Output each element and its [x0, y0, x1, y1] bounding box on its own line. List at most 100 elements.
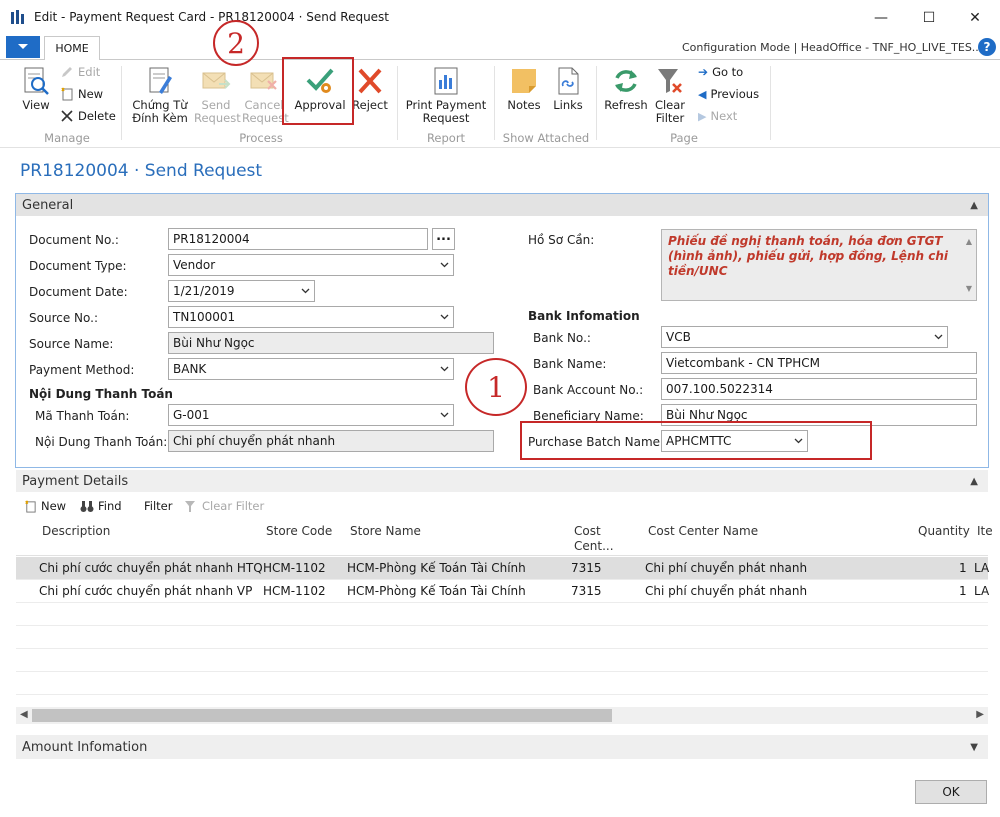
cell-store-name: HCM-Phòng Kế Toán Tài Chính: [347, 584, 526, 598]
app-menu-button[interactable]: [6, 36, 40, 58]
reject-button[interactable]: Reject: [350, 66, 390, 112]
document-no-field[interactable]: PR18120004: [168, 228, 428, 250]
scroll-up-icon[interactable]: ▲: [966, 234, 972, 249]
chung-tu-label-2: Đính Kèm: [132, 111, 188, 125]
reject-x-icon: [358, 68, 382, 94]
ho-so-memo[interactable]: Phiếu đề nghị thanh toán, hóa đơn GTGT (…: [661, 229, 977, 301]
scrollbar-thumb[interactable]: [32, 709, 612, 722]
payment-method-select[interactable]: BANK: [168, 358, 454, 380]
goto-button[interactable]: ➔ Go to: [698, 65, 743, 79]
bank-account-field[interactable]: 007.100.5022314: [661, 378, 977, 400]
group-report: Report: [426, 131, 466, 145]
ribbon-separator: [397, 66, 398, 140]
ok-button[interactable]: OK: [915, 780, 987, 804]
noi-dung-heading: Nội Dung Thanh Toán: [29, 387, 173, 401]
edit-button[interactable]: Edit: [60, 65, 100, 79]
chung-tu-dinh-kem-button[interactable]: Chứng Từ Đính Kèm: [130, 66, 190, 125]
general-fasttab-header[interactable]: General ▲: [16, 194, 988, 216]
notes-label: Notes: [507, 98, 541, 112]
cell-description: Chi phí cước chuyển phát nhanh HTQ: [39, 561, 263, 575]
source-name-label: Source Name:: [29, 337, 114, 351]
group-page: Page: [670, 131, 698, 145]
send-request-button[interactable]: Send Request: [194, 66, 241, 125]
payment-details-toolbar: New Find Filter Clear Filter: [16, 494, 988, 518]
table-row-empty[interactable]: [16, 649, 988, 672]
bank-name-field[interactable]: Vietcombank - CN TPHCM: [661, 352, 977, 374]
bank-account-value: 007.100.5022314: [666, 382, 773, 396]
col-description[interactable]: Description: [42, 524, 110, 539]
new-label: New: [78, 87, 104, 101]
scroll-down-icon[interactable]: ▼: [966, 281, 972, 296]
noi-dung-field: Chi phí chuyển phát nhanh: [168, 430, 494, 452]
chevron-up-icon: ▲: [970, 199, 978, 211]
ma-thanh-toan-select[interactable]: G-001: [168, 404, 454, 426]
cell-quantity: 1: [959, 561, 967, 575]
cell-cost-center-name: Chi phí chuyển phát nhanh: [645, 584, 808, 598]
delete-button[interactable]: Delete: [60, 109, 116, 123]
source-no-select[interactable]: TN100001: [168, 306, 454, 328]
ribbon-separator: [121, 66, 122, 140]
send-label-2: Request: [194, 111, 241, 125]
col-store-name[interactable]: Store Name: [350, 524, 421, 539]
cell-item: LA: [974, 561, 990, 575]
table-row-empty[interactable]: [16, 672, 988, 695]
previous-button[interactable]: ◀ Previous: [698, 87, 759, 101]
payment-details-title: Payment Details: [22, 473, 129, 489]
scroll-right-icon[interactable]: ▶: [976, 709, 984, 720]
minimize-button[interactable]: —: [858, 4, 904, 32]
cell-quantity: 1: [959, 584, 967, 598]
bank-no-select[interactable]: VCB: [661, 326, 948, 348]
annotation-highlight-approval: [282, 57, 354, 125]
assist-edit-button[interactable]: ...: [432, 228, 455, 250]
ho-so-value: Phiếu đề nghị thanh toán, hóa đơn GTGT (…: [668, 234, 948, 278]
links-button[interactable]: Links: [550, 66, 586, 112]
clear-filter-ribbon-button[interactable]: Clear Filter: [652, 66, 688, 125]
print-payment-request-button[interactable]: Print Payment Request: [404, 66, 488, 125]
annotation-highlight-purchase-batch: [520, 421, 872, 460]
col-cost-center-line-2: Cent...: [574, 539, 614, 553]
next-button[interactable]: ▶ Next: [698, 109, 737, 123]
scroll-left-icon[interactable]: ◀: [20, 709, 28, 720]
amount-title: Amount Infomation: [22, 739, 148, 755]
document-no-label: Document No.:: [29, 233, 119, 247]
table-row[interactable]: Chi phí cước chuyển phát nhanh HTQ HCM-1…: [16, 557, 990, 580]
close-button[interactable]: ✕: [952, 4, 998, 32]
grid-clear-filter-button[interactable]: Clear Filter: [184, 499, 264, 513]
table-row-empty[interactable]: [16, 626, 988, 649]
caret-down-icon: [18, 44, 28, 49]
col-cost-center[interactable]: Cost Cent...: [574, 524, 614, 554]
table-row-empty[interactable]: [16, 603, 988, 626]
amount-fasttab-header[interactable]: Amount Infomation ▼: [16, 735, 988, 759]
notes-button[interactable]: Notes: [502, 66, 546, 112]
grid-find-button[interactable]: Find: [80, 499, 122, 513]
clear-filter-funnel-icon: [658, 69, 682, 93]
col-cost-center-name[interactable]: Cost Center Name: [648, 524, 758, 539]
table-row[interactable]: Chi phí cước chuyển phát nhanh VP HCM-11…: [16, 580, 989, 603]
refresh-button[interactable]: Refresh: [603, 66, 649, 112]
document-no-value: PR18120004: [173, 232, 250, 246]
grid-new-button[interactable]: New: [24, 499, 66, 513]
previous-label: Previous: [710, 87, 760, 101]
grid-new-label: New: [41, 499, 67, 513]
grid-find-label: Find: [98, 499, 122, 513]
print-label-2: Request: [422, 111, 470, 125]
new-button[interactable]: New: [60, 87, 103, 101]
document-date-field[interactable]: 1/21/2019: [168, 280, 315, 302]
document-type-select[interactable]: Vendor: [168, 254, 454, 276]
col-store-code[interactable]: Store Code: [266, 524, 332, 539]
view-button[interactable]: View: [20, 66, 52, 112]
payment-details-fasttab-header[interactable]: Payment Details ▲: [16, 470, 988, 492]
source-name-field: Bùi Như Ngọc: [168, 332, 494, 354]
maximize-button[interactable]: ☐: [906, 4, 952, 32]
goto-label: Go to: [712, 65, 744, 79]
grid-filter-button[interactable]: Filter: [144, 499, 172, 513]
links-label: Links: [553, 98, 583, 112]
help-icon[interactable]: ?: [978, 38, 996, 56]
cancel-request-button[interactable]: Cancel Request: [242, 66, 289, 125]
col-quantity[interactable]: Quantity: [918, 524, 970, 539]
tab-home[interactable]: HOME: [44, 36, 100, 61]
chevron-down-icon: ▼: [970, 741, 978, 753]
col-item[interactable]: Ite: [977, 524, 993, 539]
horizontal-scrollbar[interactable]: ◀ ▶: [16, 707, 988, 724]
bank-no-label: Bank No.:: [533, 331, 591, 345]
